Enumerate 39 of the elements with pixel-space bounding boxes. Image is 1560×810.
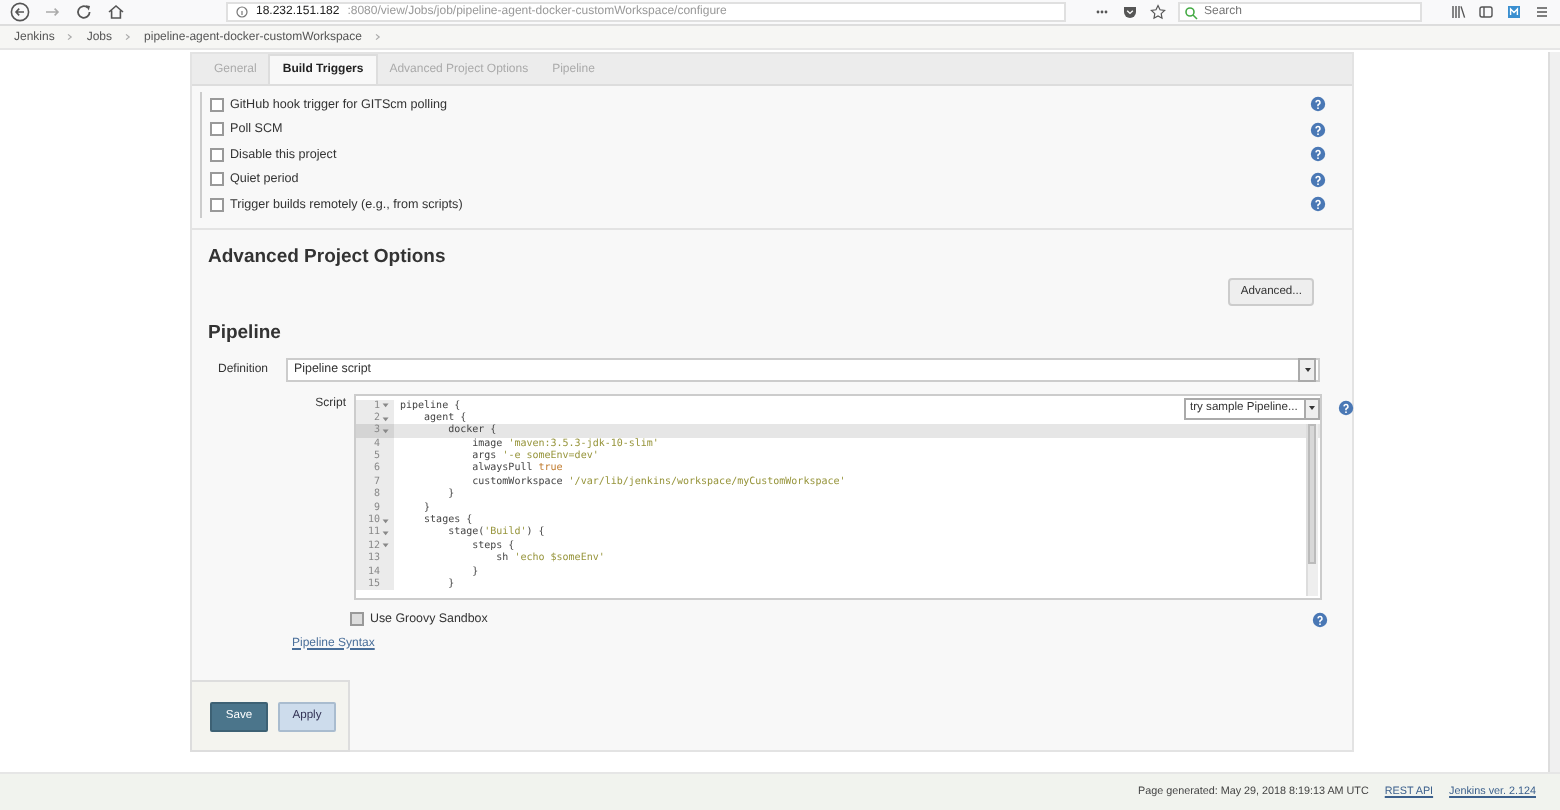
chevron-icon [124,32,133,42]
checkbox[interactable] [210,147,224,162]
star-icon[interactable] [1150,4,1166,20]
library-icon[interactable] [1450,4,1466,20]
fold-caret-icon[interactable] [382,542,390,549]
page-scrollbar[interactable] [1548,52,1560,772]
info-icon [236,6,248,18]
checkbox[interactable] [210,172,224,187]
menu-icon[interactable] [1534,4,1550,20]
extension-icon[interactable] [1506,4,1522,20]
forward-arrow-icon[interactable] [42,2,62,22]
reload-icon[interactable] [74,2,94,22]
fold-caret-icon[interactable] [382,530,390,537]
chevron-icon [66,32,75,42]
pocket-icon[interactable] [1122,4,1138,20]
caret-icon [1303,365,1311,373]
help-icon [1312,611,1328,627]
fold-caret-icon[interactable] [382,427,390,434]
sidebar-icon[interactable] [1478,4,1494,20]
chevron-icon [373,32,382,42]
section-heading: Pipeline [208,321,283,343]
checkbox[interactable] [350,612,364,626]
home-icon[interactable] [106,2,126,22]
section-heading: Advanced Project Options [208,245,448,267]
back-arrow-icon[interactable] [10,2,30,22]
help-icon [1310,171,1326,188]
caret-icon [1308,404,1316,412]
help-icon [1310,146,1326,163]
help-icon [1310,121,1326,138]
fold-caret-icon[interactable] [382,402,390,409]
checkbox[interactable] [210,197,224,212]
help-icon [1310,96,1326,113]
fold-caret-icon[interactable] [382,415,390,422]
scrollbar[interactable] [1306,423,1318,595]
search-icon [1184,5,1198,19]
checkbox[interactable] [210,122,224,137]
help-icon [1310,196,1326,213]
fold-caret-icon[interactable] [382,517,390,524]
checkbox[interactable] [210,97,224,112]
